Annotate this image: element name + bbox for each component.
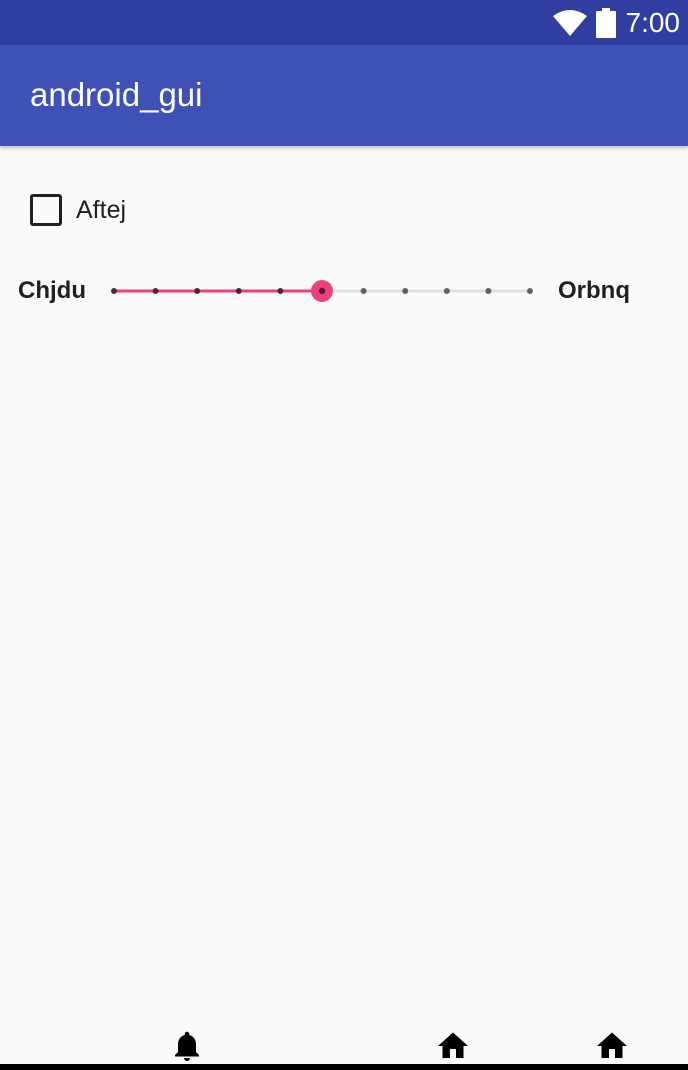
discrete-slider[interactable] (100, 271, 546, 311)
status-clock: 7:00 (625, 7, 681, 38)
wifi-icon (552, 10, 587, 36)
slider-tick (360, 288, 367, 294)
checkbox[interactable] (30, 194, 62, 226)
home-icon[interactable] (435, 1028, 471, 1064)
slider-tick (443, 288, 450, 294)
checkbox-row[interactable]: Aftej (30, 192, 126, 228)
slider-max-label: Orbnq (558, 277, 630, 304)
slider-tick (402, 288, 409, 294)
slider-tick (277, 288, 284, 294)
app-title: android_gui (30, 76, 203, 113)
slider-tick (527, 288, 533, 294)
slider-tick (194, 288, 201, 294)
home-icon[interactable] (594, 1028, 630, 1064)
app-bar: android_gui (0, 45, 688, 146)
slider-min-label: Chjdu (18, 277, 86, 304)
slider-tick (235, 288, 242, 294)
slider-tick (111, 288, 117, 294)
slider-tick (485, 288, 492, 294)
slider-tick (152, 288, 159, 294)
battery-icon (595, 8, 616, 38)
status-bar: 7:00 (0, 0, 688, 45)
status-icons: 7:00 (552, 6, 681, 40)
checkbox-label[interactable]: Aftej (76, 196, 126, 225)
bell-icon[interactable] (169, 1028, 205, 1064)
bottom-edge (0, 1064, 688, 1070)
slider-thumb-tick (318, 287, 326, 295)
screen: 7:00 android_gui Aftej Chjdu Orbnq (0, 0, 688, 1070)
bottom-nav (0, 1020, 688, 1070)
